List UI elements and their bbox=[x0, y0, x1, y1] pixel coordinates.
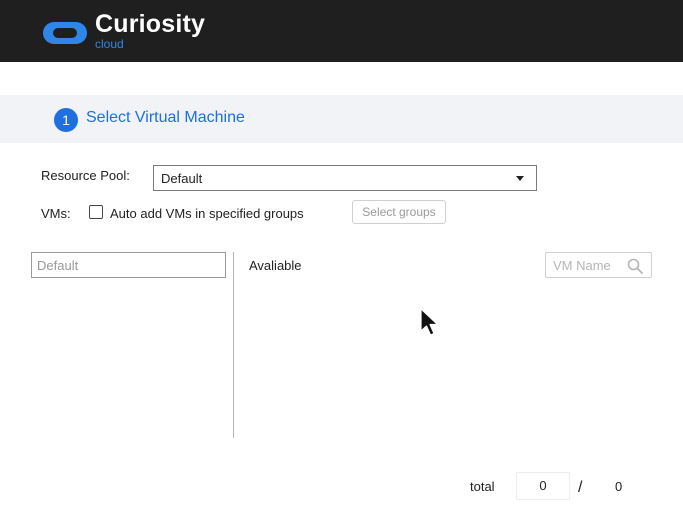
group-filter-input[interactable]: Default bbox=[31, 252, 226, 278]
available-label: Avaliable bbox=[249, 258, 302, 273]
mouse-pointer-icon bbox=[420, 308, 439, 336]
step-number-badge: 1 bbox=[54, 108, 78, 132]
resource-pool-select[interactable]: Default bbox=[153, 165, 537, 191]
brand-subtitle: cloud bbox=[95, 37, 124, 51]
resource-pool-label: Resource Pool: bbox=[41, 168, 130, 183]
selected-count: 0 bbox=[516, 472, 570, 500]
brand-name: Curiosity bbox=[95, 10, 206, 38]
logo[interactable]: Curiosity cloud bbox=[40, 12, 205, 52]
top-bar: Curiosity cloud bbox=[0, 0, 683, 62]
panel-divider bbox=[233, 252, 234, 438]
search-icon[interactable] bbox=[627, 258, 643, 274]
resource-pool-value: Default bbox=[161, 171, 203, 186]
auto-add-label[interactable]: Auto add VMs in specified groups bbox=[110, 206, 304, 221]
select-groups-button[interactable]: Select groups bbox=[352, 200, 446, 224]
vms-label: VMs: bbox=[41, 206, 71, 221]
count-separator: / bbox=[578, 479, 583, 496]
step-title: Select Virtual Machine bbox=[86, 109, 245, 126]
chevron-down-icon bbox=[516, 176, 524, 181]
vm-name-search-input[interactable]: VM Name bbox=[545, 252, 652, 278]
step-header: 1 Select Virtual Machine bbox=[0, 95, 683, 143]
curiosity-logo-icon bbox=[43, 22, 87, 44]
auto-add-checkbox[interactable] bbox=[89, 205, 103, 219]
total-label: total bbox=[470, 479, 495, 494]
vm-name-placeholder: VM Name bbox=[553, 258, 611, 273]
total-count: 0 bbox=[615, 479, 623, 494]
